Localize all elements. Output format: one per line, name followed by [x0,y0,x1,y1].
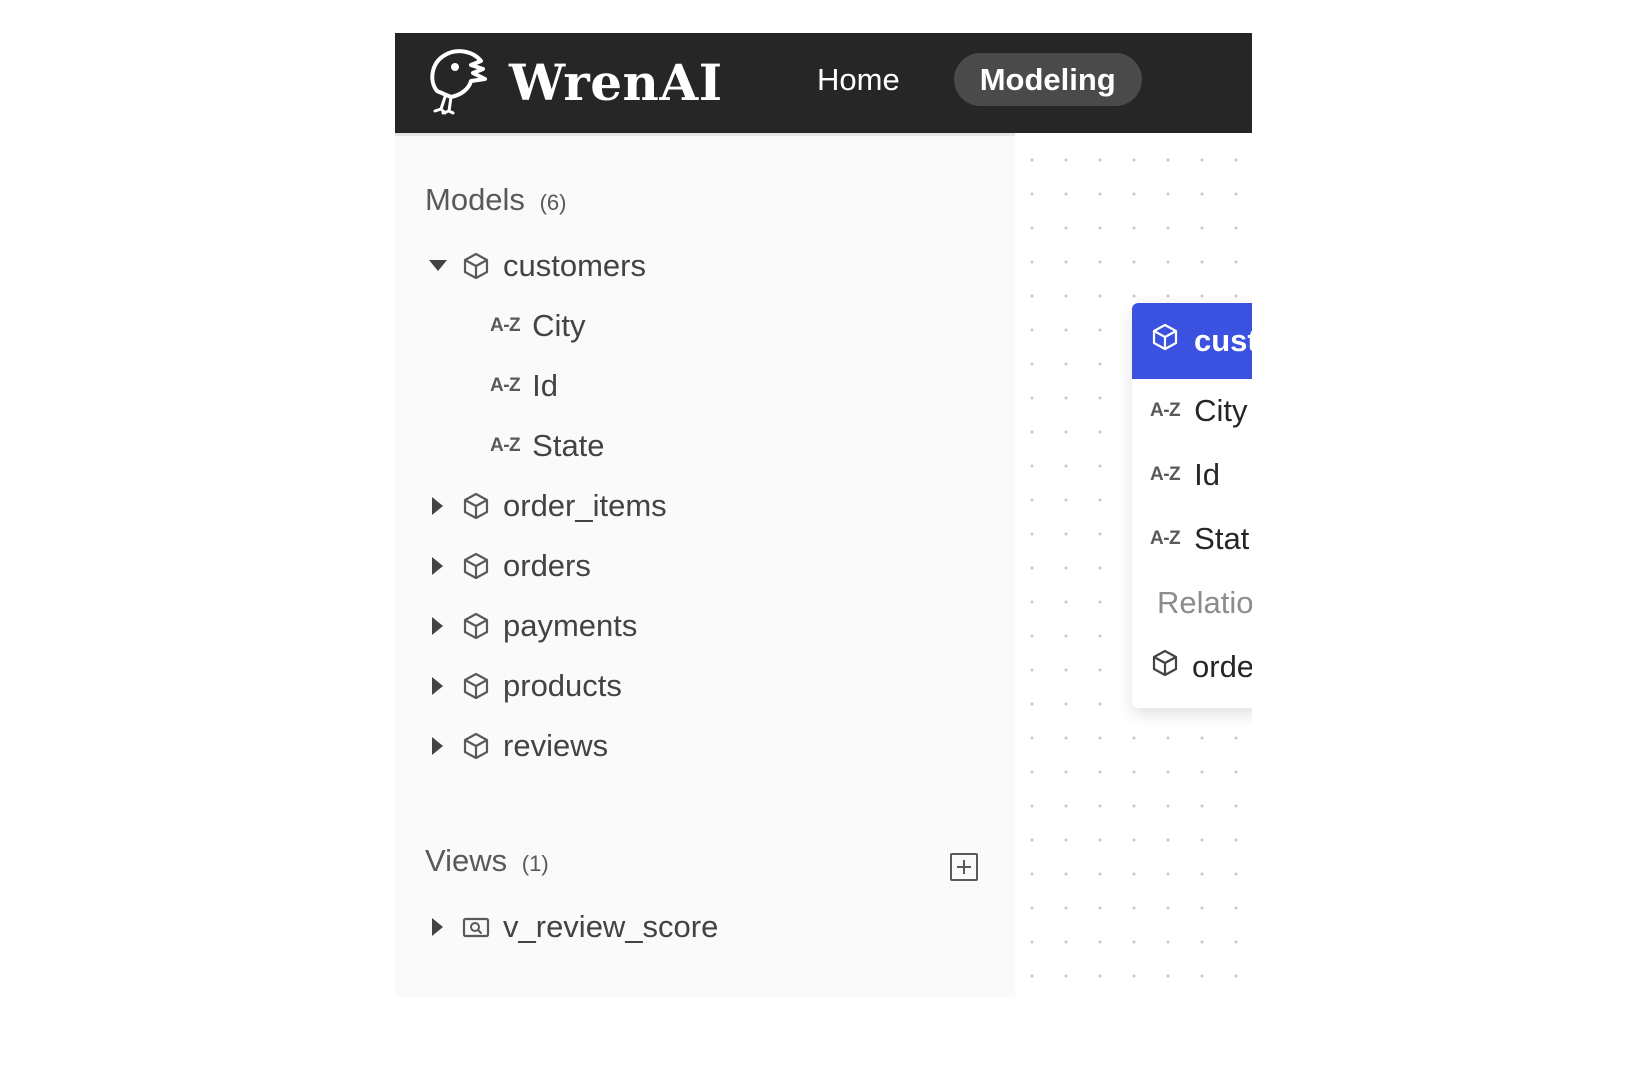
models-section-title: Models (6) [425,182,566,218]
views-count: (1) [521,851,549,876]
tree-item-v-review-score[interactable]: v_review_score [395,902,718,952]
caret-right-icon[interactable] [423,551,453,581]
column-item-city[interactable]: A-Z City [490,301,586,351]
node-column-city[interactable]: A-Z City [1132,379,1252,443]
cube-icon [461,611,491,641]
node-header[interactable]: cust [1132,303,1252,379]
node-relations-label: Relatio [1157,585,1252,620]
model-label: customers [503,248,646,283]
plus-square-icon [955,854,973,880]
column-item-state[interactable]: A-Z State [490,421,605,471]
model-label: orders [503,548,591,583]
nav-home[interactable]: Home [797,53,920,106]
logo-text: WrenAI [509,53,723,112]
caret-right-icon[interactable] [423,731,453,761]
node-column-label: Id [1194,457,1221,492]
cube-icon [461,731,491,761]
views-section-title: Views (1) [425,843,549,879]
az-icon: A-Z [490,435,521,456]
tree-item-customers[interactable]: customers [395,241,646,291]
node-relation-orders[interactable]: orde [1132,635,1252,699]
column-label: City [532,308,586,343]
tree-item-products[interactable]: products [395,661,622,711]
az-icon: A-Z [490,375,521,396]
models-title: Models [425,182,525,217]
cube-icon [1150,648,1192,686]
tree-item-payments[interactable]: payments [395,601,637,651]
models-count: (6) [539,190,567,215]
caret-right-icon[interactable] [423,912,453,942]
tree-item-order-items[interactable]: order_items [395,481,667,531]
wren-bird-logo-icon [423,45,491,120]
az-icon: A-Z [1150,528,1181,549]
node-column-id[interactable]: A-Z Id [1132,443,1252,507]
app-window: WrenAI Home Modeling Models (6) customer… [395,33,1252,997]
az-icon: A-Z [490,315,521,336]
node-column-state[interactable]: A-Z Stat [1132,507,1252,571]
tree-item-orders[interactable]: orders [395,541,591,591]
cube-icon [461,671,491,701]
cube-icon [461,491,491,521]
sidebar: Models (6) customers A-Z City A-Z Id A-Z… [395,133,1015,997]
views-title: Views [425,843,508,878]
add-view-button[interactable] [950,853,978,881]
model-label: products [503,668,622,703]
model-label: payments [503,608,638,643]
top-bar: WrenAI Home Modeling [395,33,1252,133]
tree-item-reviews[interactable]: reviews [395,721,608,771]
view-label: v_review_score [503,909,719,944]
model-label: reviews [503,728,609,763]
node-column-label: City [1194,393,1248,428]
main-nav: Home Modeling [797,53,1142,106]
column-label: State [532,428,605,463]
logo[interactable]: WrenAI [423,45,723,120]
caret-right-icon[interactable] [423,611,453,641]
caret-right-icon[interactable] [423,671,453,701]
node-title: cust [1194,323,1252,358]
cube-icon [461,251,491,281]
model-label: order_items [503,488,667,523]
caret-right-icon[interactable] [423,491,453,521]
node-relation-label: orde [1192,649,1252,684]
az-icon: A-Z [1150,400,1181,421]
az-icon: A-Z [1150,464,1181,485]
column-item-id[interactable]: A-Z Id [490,361,558,411]
diagram-canvas[interactable]: cust A-Z City A-Z Id A-Z Stat Relatio or… [1015,133,1252,997]
column-label: Id [532,368,559,403]
cube-icon [1150,322,1194,360]
model-node-customers[interactable]: cust A-Z City A-Z Id A-Z Stat Relatio or… [1132,303,1252,708]
view-icon [461,912,491,942]
caret-down-icon[interactable] [423,251,453,281]
cube-icon [461,551,491,581]
nav-modeling[interactable]: Modeling [953,53,1142,106]
node-column-label: Stat [1194,521,1250,556]
